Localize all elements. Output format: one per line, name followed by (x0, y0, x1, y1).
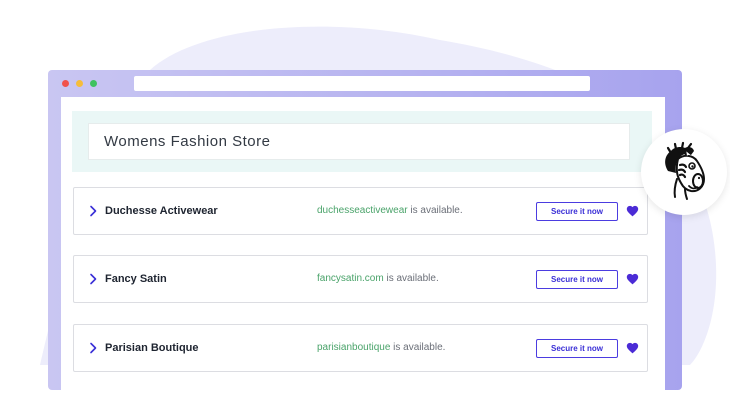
availability-status: is available. (390, 342, 446, 353)
browser-window: Duchesse Activewear duchesseactivewear i… (48, 70, 682, 397)
heart-icon[interactable] (626, 205, 639, 217)
mascot-badge (641, 129, 727, 215)
chevron-right-icon[interactable] (88, 342, 98, 354)
business-name: Duchesse Activewear (105, 205, 218, 217)
result-row[interactable]: Duchesse Activewear duchesseactivewear i… (73, 187, 648, 235)
domain-name: duchesseactivewear (317, 205, 408, 216)
page-viewport: Duchesse Activewear duchesseactivewear i… (61, 97, 665, 397)
domain-name: parisianboutique (317, 342, 391, 353)
availability-text: parisianboutique is available. (317, 325, 445, 371)
availability-status: is available. (383, 273, 439, 284)
secure-it-now-button[interactable]: Secure it now (536, 339, 618, 358)
minimize-window-dot[interactable] (76, 80, 83, 87)
address-bar[interactable] (134, 76, 590, 91)
secure-it-now-button[interactable]: Secure it now (536, 202, 618, 221)
availability-status: is available. (407, 205, 463, 216)
close-window-dot[interactable] (62, 80, 69, 87)
heart-icon[interactable] (626, 273, 639, 285)
secure-it-now-button[interactable]: Secure it now (536, 270, 618, 289)
availability-text: duchesseactivewear is available. (317, 188, 463, 234)
business-name: Parisian Boutique (105, 342, 199, 354)
chevron-right-icon[interactable] (88, 273, 98, 285)
maximize-window-dot[interactable] (90, 80, 97, 87)
availability-text: fancysatin.com is available. (317, 256, 439, 302)
result-row[interactable]: Fancy Satin fancysatin.com is available.… (73, 255, 648, 303)
search-section (72, 111, 652, 172)
business-name: Fancy Satin (105, 273, 167, 285)
domain-name: fancysatin.com (317, 273, 384, 284)
search-input[interactable] (88, 123, 630, 160)
chevron-right-icon[interactable] (88, 205, 98, 217)
heart-icon[interactable] (626, 342, 639, 354)
zebra-mascot-icon (665, 141, 706, 200)
